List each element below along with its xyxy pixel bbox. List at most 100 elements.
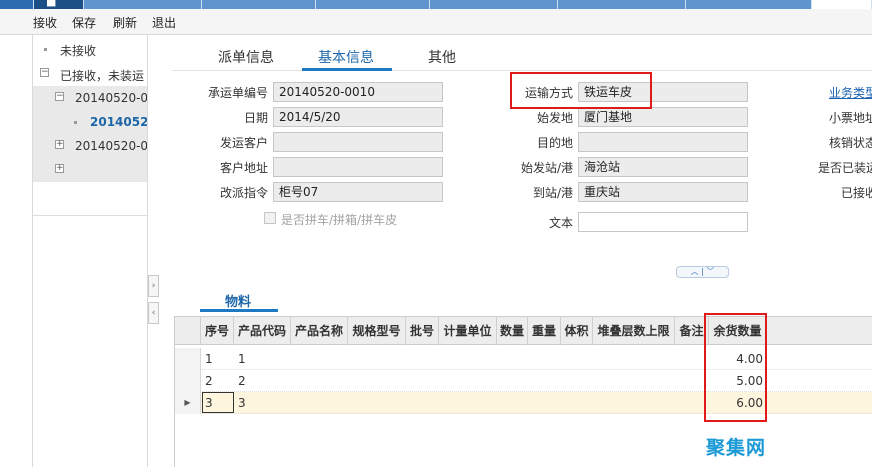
dispatch-cmd-field[interactable]: 柜号07 xyxy=(273,182,443,202)
row-header[interactable] xyxy=(175,370,201,392)
window-tab-4[interactable] xyxy=(430,0,558,9)
leaf-dot-icon xyxy=(44,48,47,51)
address-field[interactable] xyxy=(273,157,443,177)
col-header-product-code[interactable]: 产品代码 xyxy=(234,317,291,345)
tab-dispatch-info[interactable]: 派单信息 xyxy=(218,47,274,67)
window-tab-5[interactable] xyxy=(558,0,686,9)
combine-label: 是否拼车/拼箱/拼车皮 xyxy=(281,213,398,227)
text-field[interactable] xyxy=(578,212,748,232)
destination-label: 目的地 xyxy=(536,136,573,150)
receive-button[interactable]: 接收 xyxy=(33,14,57,31)
cell-seq[interactable]: 3 xyxy=(205,392,213,414)
cell-product-code[interactable]: 3 xyxy=(238,392,246,414)
dest-port-field[interactable]: 重庆站 xyxy=(578,182,748,202)
cell-seq[interactable]: 1 xyxy=(205,348,213,370)
top-tab-strip: ■ xyxy=(0,0,872,9)
collapse-left-icon[interactable]: ‹ xyxy=(148,302,159,324)
home-tab-slot xyxy=(0,0,34,9)
materials-grid: 序号 产品代码 产品名称 规格型号 批号 计量单位 数量 重量 体积 堆叠层数上… xyxy=(174,316,872,467)
grid-header: 序号 产品代码 产品名称 规格型号 批号 计量单位 数量 重量 体积 堆叠层数上… xyxy=(175,317,872,345)
text-label: 文本 xyxy=(548,216,573,230)
window-tab-1[interactable] xyxy=(84,0,202,9)
waybill-no-label: 承运单编号 xyxy=(207,86,268,100)
col-header-seq[interactable]: 序号 xyxy=(201,317,234,345)
cell-product-code[interactable]: 2 xyxy=(238,370,246,392)
tree-item-label: 20140520- xyxy=(90,115,147,129)
tree-item-not-received[interactable]: 未接收 xyxy=(33,37,147,61)
tree-divider xyxy=(33,215,147,216)
tree-item-label: 已接收，未装运 xyxy=(60,69,145,83)
tab-other[interactable]: 其他 xyxy=(428,47,456,67)
date-field[interactable]: 2014/5/20 xyxy=(273,107,443,127)
business-type-link[interactable]: 业务类型 xyxy=(829,84,872,101)
tree-item-label: 未接收 xyxy=(60,44,97,58)
col-header-unit[interactable]: 计量单位 xyxy=(439,317,497,345)
sidebar-tree: 未接收 − 已接收，未装运 − 20140520-00 20140520- + … xyxy=(32,35,148,467)
col-header-stack-limit[interactable]: 堆叠层数上限 xyxy=(593,317,675,345)
row-header[interactable] xyxy=(175,348,201,370)
save-button[interactable]: 保存 xyxy=(72,14,96,31)
col-header-weight[interactable]: 重量 xyxy=(528,317,561,345)
cell-product-code[interactable]: 1 xyxy=(238,348,246,370)
watermark-logo: 聚集网 xyxy=(706,437,767,459)
home-icon: ■ xyxy=(46,0,57,8)
origin-port-field[interactable]: 海沧站 xyxy=(578,157,748,177)
collapse-right-icon[interactable]: › xyxy=(148,275,159,297)
col-header-quantity[interactable]: 数量 xyxy=(497,317,528,345)
active-tab-underline xyxy=(302,68,392,71)
writeoff-status-label: 核销状态 xyxy=(829,136,872,150)
sender-field[interactable] xyxy=(273,132,443,152)
tree-item-label: 20140520-00 xyxy=(75,139,147,153)
dest-port-label: 到站/港 xyxy=(532,186,573,200)
transport-highlight-box xyxy=(510,72,652,109)
exit-button[interactable]: 退出 xyxy=(152,14,176,31)
expand-icon[interactable]: + xyxy=(55,164,64,173)
waybill-no-field[interactable]: 20140520-0010 xyxy=(273,82,443,102)
tab-divider xyxy=(172,70,872,71)
loaded-status-label: 是否已装运 xyxy=(818,161,872,175)
remaining-qty-highlight-box xyxy=(704,313,767,422)
address-label: 客户地址 xyxy=(219,161,268,175)
tree-item-label: 20140520-00 xyxy=(75,91,147,105)
table-row[interactable]: 1 1 4.00 xyxy=(175,348,872,370)
current-row-icon[interactable]: ▶ xyxy=(175,392,201,414)
tree-item-order-group[interactable]: − 20140520-00 xyxy=(33,86,147,110)
origin-label: 始发地 xyxy=(536,111,573,125)
window-tab-2[interactable] xyxy=(202,0,316,9)
table-row[interactable]: 2 2 5.00 xyxy=(175,370,872,392)
received-status-label: 已接收 xyxy=(841,186,872,200)
sender-label: 发运客户 xyxy=(219,136,268,150)
window-tab-3[interactable] xyxy=(316,0,430,9)
refresh-button[interactable]: 刷新 xyxy=(113,14,137,31)
materials-tab-underline xyxy=(200,309,278,312)
expand-collapse-toggle[interactable]: ︿ | ﹀ xyxy=(676,266,729,278)
date-label: 日期 xyxy=(243,111,268,125)
tree-item-order-group-2[interactable]: + 20140520-00 xyxy=(33,134,147,158)
leaf-dot-icon xyxy=(74,121,77,124)
ticket-address-label: 小票地址 xyxy=(829,111,872,125)
destination-field[interactable] xyxy=(578,132,748,152)
combine-checkbox[interactable] xyxy=(264,212,276,224)
tab-basic-info[interactable]: 基本信息 xyxy=(318,47,374,67)
window-tab-active[interactable] xyxy=(812,0,872,9)
cell-seq[interactable]: 2 xyxy=(205,370,213,392)
toolbar: 接收 保存 刷新 退出 xyxy=(0,9,872,35)
table-row-selected[interactable]: ▶ 3 3 6.00 xyxy=(175,392,872,414)
origin-field[interactable]: 厦门基地 xyxy=(578,107,748,127)
col-header-product-name[interactable]: 产品名称 xyxy=(291,317,348,345)
col-header-batch[interactable]: 批号 xyxy=(406,317,439,345)
tree-item-received-not-shipped[interactable]: − 已接收，未装运 xyxy=(33,62,147,86)
tree-item-empty-group[interactable]: + xyxy=(33,158,147,182)
window-tab-6[interactable] xyxy=(686,0,812,9)
expand-icon[interactable]: + xyxy=(55,140,64,149)
tab-materials[interactable]: 物料 xyxy=(225,291,251,310)
col-header-spec[interactable]: 规格型号 xyxy=(348,317,406,345)
tree-item-selected-order[interactable]: 20140520- xyxy=(33,110,147,134)
collapse-icon[interactable]: − xyxy=(40,68,49,77)
collapse-icon[interactable]: − xyxy=(55,92,64,101)
dispatch-cmd-label: 改派指令 xyxy=(219,186,268,200)
row-header-corner xyxy=(175,317,201,345)
origin-port-label: 始发站/港 xyxy=(520,161,573,175)
col-header-volume[interactable]: 体积 xyxy=(561,317,593,345)
home-tab[interactable]: ■ xyxy=(34,0,84,9)
